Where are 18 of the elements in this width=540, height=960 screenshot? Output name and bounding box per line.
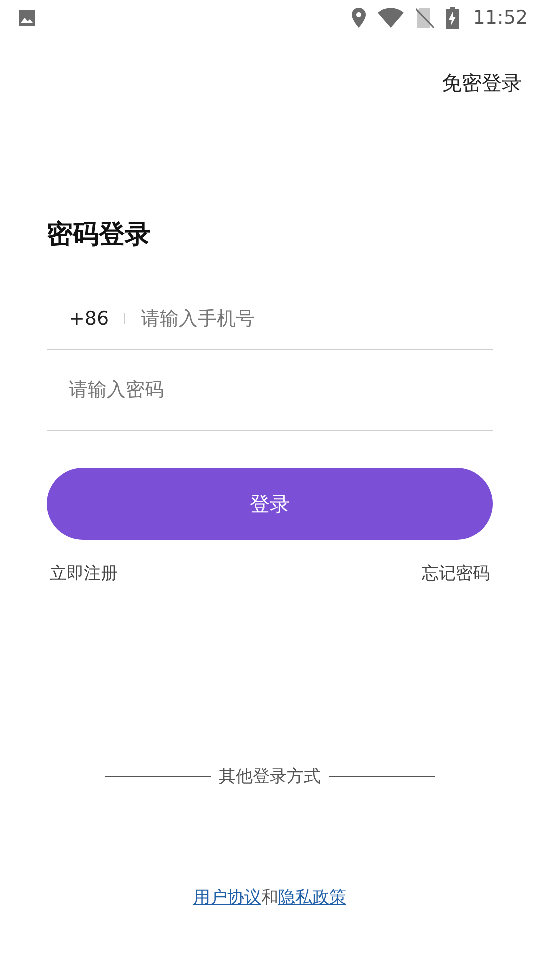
- no-sim-icon: [416, 7, 434, 29]
- login-button[interactable]: 登录: [47, 468, 493, 540]
- agreement-text: 用户协议和隐私政策: [192, 887, 348, 909]
- wifi-icon: [378, 8, 404, 28]
- other-login-label: 其他登录方式: [219, 766, 321, 788]
- image-icon: [17, 8, 37, 28]
- clock-time: 11:52: [473, 7, 528, 29]
- forgot-password-link[interactable]: 忘记密码: [422, 562, 490, 585]
- password-input[interactable]: 请输入密码: [69, 379, 493, 401]
- battery-charging-icon: [446, 7, 460, 29]
- agreement-link[interactable]: 用户协议: [194, 888, 262, 908]
- agreement-link[interactable]: 隐私政策: [278, 888, 346, 908]
- passwordless-login-link[interactable]: 免密登录: [442, 70, 522, 97]
- register-link[interactable]: 立即注册: [50, 562, 118, 585]
- location-icon: [352, 8, 366, 28]
- page-title: 密码登录: [47, 219, 152, 252]
- phone-input[interactable]: 请输入手机号: [141, 308, 493, 330]
- country-code[interactable]: +86: [69, 308, 110, 330]
